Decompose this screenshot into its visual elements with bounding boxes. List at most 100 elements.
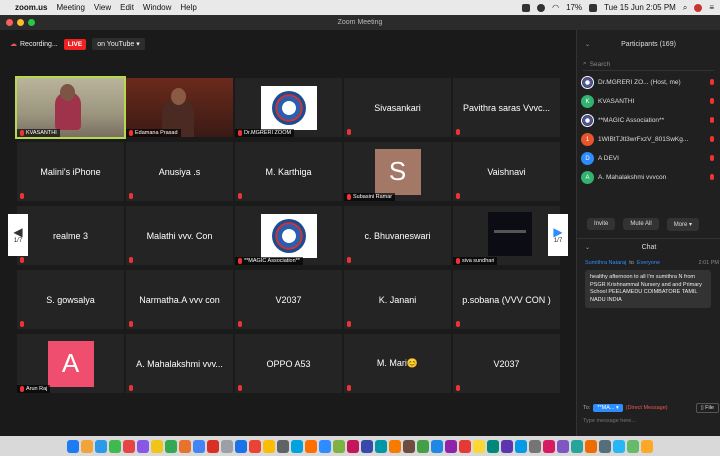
dock-app-icon[interactable] — [179, 439, 191, 453]
dock-app-icon[interactable] — [137, 439, 149, 453]
menu-edit[interactable]: Edit — [120, 3, 134, 12]
collapse-participants-icon[interactable]: ⌄ — [585, 41, 590, 48]
chat-input[interactable]: Type message here... — [583, 418, 717, 430]
dock-app-icon[interactable] — [389, 439, 401, 453]
participant-tile[interactable]: S Subasini Ramar — [344, 142, 451, 201]
dock-app-icon[interactable] — [249, 439, 261, 453]
dock-app-icon[interactable] — [109, 439, 121, 453]
participant-tile[interactable]: S. gowsalya — [17, 270, 124, 329]
wifi-icon[interactable]: ◠ — [552, 3, 559, 12]
participant-tile[interactable]: realme 3 — [17, 206, 124, 265]
record-status-icon[interactable] — [537, 3, 546, 12]
participant-tile[interactable]: Edamana Prasad — [126, 78, 233, 137]
participant-tile[interactable]: KVASANTHI — [15, 76, 126, 139]
menu-meeting[interactable]: Meeting — [56, 3, 84, 12]
dock-app-icon[interactable] — [613, 439, 625, 453]
dock-app-icon[interactable] — [627, 439, 639, 453]
dock-app-icon[interactable] — [221, 439, 233, 453]
participant-tile[interactable]: p.sobana (VVV CON ) — [453, 270, 560, 329]
menu-view[interactable]: View — [94, 3, 111, 12]
dock-app-icon[interactable] — [347, 439, 359, 453]
dock-app-icon[interactable] — [207, 439, 219, 453]
dock-app-icon[interactable] — [501, 439, 513, 453]
clock[interactable]: Tue 15 Jun 2:05 PM — [604, 3, 676, 12]
minimize-window-icon[interactable] — [17, 19, 24, 26]
dock-app-icon[interactable] — [235, 439, 247, 453]
dock-app-icon[interactable] — [459, 439, 471, 453]
dock-app-icon[interactable] — [165, 439, 177, 453]
participant-tile[interactable]: Sivasankari — [344, 78, 451, 137]
collapse-chat-icon[interactable]: ⌄ — [585, 244, 590, 251]
dock-app-icon[interactable] — [361, 439, 373, 453]
prev-page-button[interactable]: ◀ 1/7 — [8, 214, 28, 256]
maximize-window-icon[interactable] — [28, 19, 35, 26]
participant-tile[interactable]: siva sundhari — [453, 206, 560, 265]
dock-app-icon[interactable] — [81, 439, 93, 453]
mic-muted-icon[interactable] — [710, 117, 714, 123]
dock-app-icon[interactable] — [375, 439, 387, 453]
menu-app[interactable]: zoom.us — [15, 3, 47, 12]
invite-button[interactable]: Invite — [587, 218, 616, 230]
dock-app-icon[interactable] — [515, 439, 527, 453]
dock-app-icon[interactable] — [403, 439, 415, 453]
dock-app-icon[interactable] — [543, 439, 555, 453]
participant-tile[interactable]: M. Mari😊 — [344, 334, 451, 393]
control-center-icon[interactable]: ≡ — [709, 3, 714, 12]
dock-app-icon[interactable] — [277, 439, 289, 453]
participant-row[interactable]: 1 1WIBtTJtl3wrFxzV_801SwKg... — [581, 130, 716, 149]
dock-app-icon[interactable] — [263, 439, 275, 453]
mic-muted-icon[interactable] — [710, 155, 714, 161]
participant-row[interactable]: D A DEVI — [581, 149, 716, 168]
dock-app-icon[interactable] — [333, 439, 345, 453]
camera-status-icon[interactable] — [522, 3, 531, 12]
participant-tile[interactable]: Malathi vvv. Con — [126, 206, 233, 265]
menu-window[interactable]: Window — [143, 3, 171, 12]
participant-tile[interactable]: Pavithra saras Vvvc... — [453, 78, 560, 137]
dock-app-icon[interactable] — [95, 439, 107, 453]
participant-row[interactable]: A A. Mahalakshmi vvvcon — [581, 168, 716, 187]
dock-app-icon[interactable] — [193, 439, 205, 453]
participant-tile[interactable]: Malini's iPhone — [17, 142, 124, 201]
chat-recipient[interactable]: Everyone — [637, 260, 660, 266]
mute-all-button[interactable]: Mute All — [623, 218, 659, 230]
more-button[interactable]: More ▾ — [666, 217, 700, 231]
participant-row[interactable]: **MAGIC Association** — [581, 111, 716, 130]
mic-muted-icon[interactable] — [710, 79, 714, 85]
participant-tile[interactable]: M. Karthiga — [235, 142, 342, 201]
dock-app-icon[interactable] — [473, 439, 485, 453]
dock-app-icon[interactable] — [599, 439, 611, 453]
participant-tile[interactable]: Vaishnavi — [453, 142, 560, 201]
participant-tile[interactable]: c. Bhuvaneswari — [344, 206, 451, 265]
participant-tile[interactable]: V2037 — [235, 270, 342, 329]
participant-tile[interactable]: **MAGIC Association** — [235, 206, 342, 265]
dock-app-icon[interactable] — [67, 439, 79, 453]
file-button[interactable]: ▯ File — [695, 403, 719, 413]
recording-indicator[interactable]: ☁ Recording... — [10, 40, 58, 49]
chat-recipient-dropdown[interactable]: **MA... ▾ — [593, 404, 623, 412]
next-page-button[interactable]: ▶ 1/7 — [548, 214, 568, 256]
menu-help[interactable]: Help — [180, 3, 196, 12]
participant-tile[interactable]: K. Janani — [344, 270, 451, 329]
participant-tile[interactable]: OPPO A53 — [235, 334, 342, 393]
participant-row[interactable]: Dr.MGRERI ZO... (Host, me) — [581, 73, 716, 92]
dock-app-icon[interactable] — [431, 439, 443, 453]
youtube-dropdown[interactable]: on YouTube ▾ — [92, 38, 145, 50]
participant-tile[interactable]: A Arun Raj — [17, 334, 124, 393]
close-window-icon[interactable] — [6, 19, 13, 26]
mic-muted-icon[interactable] — [710, 98, 714, 104]
participant-tile[interactable]: A. Mahalakshmi vvv... — [126, 334, 233, 393]
mic-muted-icon[interactable] — [710, 136, 714, 142]
participant-tile[interactable]: Narmatha.A vvv con — [126, 270, 233, 329]
dock-app-icon[interactable] — [151, 439, 163, 453]
battery-icon[interactable] — [589, 3, 598, 12]
dock-app-icon[interactable] — [585, 439, 597, 453]
participant-tile[interactable]: Anusiya .s — [126, 142, 233, 201]
dock-app-icon[interactable] — [641, 439, 653, 453]
dock-app-icon[interactable] — [291, 439, 303, 453]
chat-sender[interactable]: Sumithra Nataraj — [585, 260, 626, 266]
participant-tile[interactable]: V2037 — [453, 334, 560, 393]
dock-app-icon[interactable] — [319, 439, 331, 453]
dock-app-icon[interactable] — [305, 439, 317, 453]
notification-icon[interactable] — [694, 3, 703, 12]
mic-muted-icon[interactable] — [710, 174, 714, 180]
